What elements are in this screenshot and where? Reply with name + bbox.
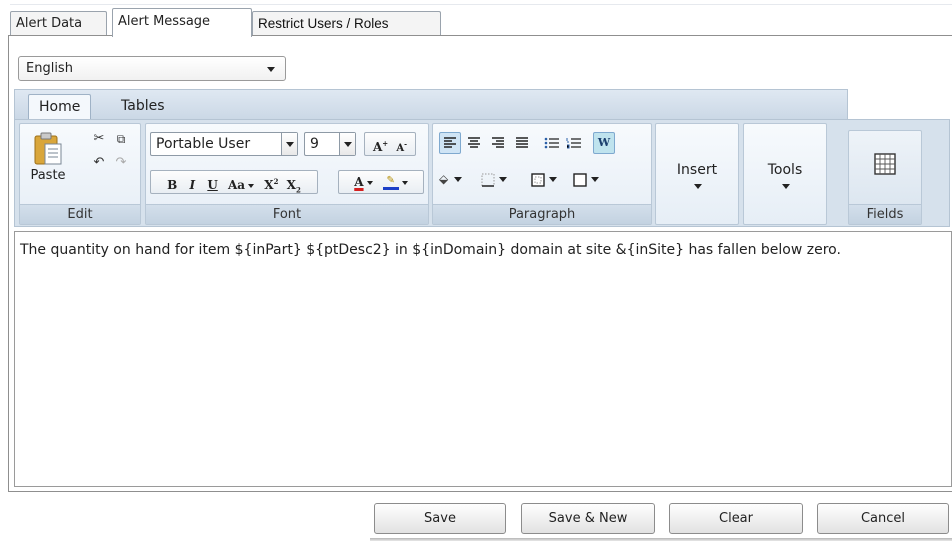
fields-group-label: Fields [849, 204, 921, 224]
ribbon-group-paragraph: W ⬙ Paragraph [432, 123, 652, 225]
font-size-combo[interactable]: 9 [304, 132, 356, 156]
chevron-down-icon [267, 67, 275, 72]
chevron-down-icon [366, 180, 373, 185]
shrink-font-button[interactable]: A- [396, 140, 407, 154]
tab-alert-message[interactable]: Alert Message [112, 8, 252, 37]
highlighter-icon: ✎ [382, 175, 399, 190]
chevron-down-icon [401, 180, 408, 185]
word-wrap-label: W [597, 136, 611, 149]
ribbon-tab-home[interactable]: Home [28, 94, 92, 120]
clear-button[interactable]: Clear [669, 503, 803, 534]
undo-icon[interactable]: ↶ [90, 154, 108, 172]
tools-label: Tools [767, 162, 803, 178]
numbered-list-button[interactable] [563, 132, 585, 154]
chevron-down-icon [248, 183, 255, 188]
underline-button[interactable]: U [207, 178, 217, 192]
paste-label: Paste [30, 168, 66, 183]
bold-button[interactable]: B [167, 178, 177, 192]
align-center-icon [468, 137, 480, 148]
justify-icon [516, 137, 528, 148]
table-border-icon [573, 172, 587, 187]
insert-button[interactable]: Insert [655, 123, 739, 225]
redo-icon[interactable]: ↷ [112, 154, 130, 172]
ribbon: Paste ✂ ⧉ ↶ ↷ Edit Portable User 9 A+ A-… [14, 119, 950, 227]
align-right-icon [492, 137, 504, 148]
grow-font-button[interactable]: A+ [373, 139, 388, 154]
align-left-button[interactable] [439, 132, 461, 154]
word-wrap-button[interactable]: W [593, 132, 615, 154]
font-size-value: 9 [310, 136, 319, 152]
ribbon-group-font: Portable User 9 A+ A- B I U Aa X2 X2 A ✎… [145, 123, 429, 225]
chevron-down-icon [454, 177, 463, 182]
justify-button[interactable] [511, 132, 533, 154]
save-and-new-button[interactable]: Save & New [521, 503, 655, 534]
align-right-button[interactable] [487, 132, 509, 154]
outside-border-button[interactable] [531, 172, 571, 194]
borders-button[interactable] [481, 172, 521, 194]
table-grid-icon [874, 153, 896, 175]
tools-button[interactable]: Tools [743, 123, 827, 225]
color-buttons: A ✎ [338, 170, 424, 194]
paste-button[interactable]: Paste [26, 128, 70, 194]
fields-button[interactable] [872, 151, 898, 177]
numbered-list-icon [566, 138, 581, 149]
copy-icon[interactable]: ⧉ [112, 130, 130, 148]
superscript-button[interactable]: X2 [264, 177, 278, 192]
save-button[interactable]: Save [374, 503, 506, 534]
subscript-button[interactable]: X2 [287, 178, 301, 194]
chevron-down-icon [782, 184, 790, 189]
cut-icon[interactable]: ✂ [90, 130, 108, 148]
bullet-list-button[interactable] [541, 132, 563, 154]
chevron-down-icon [549, 177, 557, 182]
italic-button[interactable]: I [190, 178, 196, 192]
font-color-button[interactable]: A [354, 175, 373, 189]
clipboard-icon [34, 132, 62, 165]
outside-border-icon [531, 172, 545, 187]
chevron-down-icon [339, 133, 355, 155]
language-select[interactable]: English [18, 56, 286, 81]
paragraph-group-label: Paragraph [433, 204, 651, 224]
align-center-button[interactable] [463, 132, 485, 154]
font-format-buttons: B I U Aa X2 X2 [150, 170, 318, 194]
chevron-down-icon [694, 184, 702, 189]
insert-label: Insert [676, 162, 718, 178]
chevron-down-icon [591, 177, 599, 182]
ribbon-group-fields: Fields [848, 130, 922, 225]
message-editor[interactable]: The quantity on hand for item ${inPart} … [14, 231, 952, 487]
font-family-value: Portable User [156, 136, 251, 152]
ribbon-tab-bar: Home Tables [14, 89, 848, 120]
message-text[interactable]: The quantity on hand for item ${inPart} … [20, 239, 945, 261]
align-left-icon [444, 137, 456, 148]
tab-alert-data[interactable]: Alert Data [10, 11, 107, 36]
font-family-combo[interactable]: Portable User [150, 132, 298, 156]
borders-icon [481, 173, 495, 187]
language-select-value: English [26, 61, 73, 76]
edit-group-label: Edit [20, 204, 140, 224]
table-border-button[interactable] [573, 172, 613, 194]
shading-button[interactable]: ⬙ [439, 172, 481, 194]
ribbon-tab-tables[interactable]: Tables [111, 94, 175, 120]
chevron-down-icon [281, 133, 297, 155]
bottom-divider [370, 538, 952, 541]
tab-restrict-users-roles[interactable]: Restrict Users / Roles [252, 11, 441, 36]
highlight-color-button[interactable]: ✎ [382, 175, 408, 190]
chevron-down-icon [499, 177, 507, 182]
ribbon-group-edit: Paste ✂ ⧉ ↶ ↷ Edit [19, 123, 141, 225]
font-size-buttons: A+ A- [364, 132, 416, 156]
top-divider [10, 4, 952, 5]
font-group-label: Font [146, 204, 428, 224]
cancel-button[interactable]: Cancel [817, 503, 949, 534]
paint-bucket-icon: ⬙ [439, 172, 449, 186]
change-case-button[interactable]: Aa [228, 178, 255, 192]
bullet-list-icon [544, 137, 559, 149]
